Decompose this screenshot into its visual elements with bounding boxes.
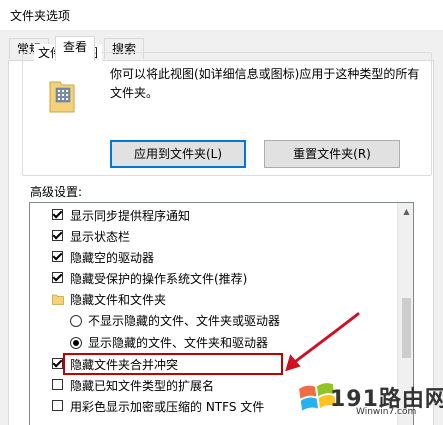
folder-view-icon xyxy=(49,81,75,113)
list-item-label: 显示隐藏的文件、文件夹和驱动器 xyxy=(88,336,269,350)
list-item[interactable]: 用彩色显示加密或压缩的 NTFS 文件 xyxy=(52,397,264,417)
checkbox[interactable] xyxy=(52,230,63,241)
list-item[interactable]: 隐藏受保护的操作系统文件(推荐) xyxy=(52,269,247,289)
checkbox[interactable] xyxy=(52,358,63,369)
list-item[interactable]: 显示状态栏 xyxy=(52,227,130,247)
watermark-url: Winwin7.com xyxy=(356,407,417,417)
list-item-label: 用彩色显示加密或压缩的 NTFS 文件 xyxy=(70,400,265,414)
list-item[interactable]: 隐藏空的驱动器 xyxy=(52,248,154,268)
checkbox[interactable] xyxy=(52,379,63,390)
reset-folders-button[interactable]: 重置文件夹(R) xyxy=(264,140,400,168)
list-item-label: 隐藏空的驱动器 xyxy=(70,251,155,265)
folder-views-description: 你可以将此视图(如详细信息或图标)应用于这种类型的所有文件夹。 xyxy=(110,67,420,100)
tab-view[interactable]: 查看 xyxy=(55,36,96,61)
title-bar: 文件夹选项 xyxy=(0,0,443,30)
apply-to-folders-button[interactable]: 应用到文件夹(L) xyxy=(110,140,246,168)
checkbox[interactable] xyxy=(52,272,63,283)
list-item-label: 隐藏受保护的操作系统文件(推荐) xyxy=(70,272,248,286)
checkbox[interactable] xyxy=(52,209,63,220)
list-item-label: 隐藏文件夹合并冲突 xyxy=(70,358,179,372)
window-title: 文件夹选项 xyxy=(10,9,71,23)
advanced-settings-label: 高级设置: xyxy=(30,185,83,199)
list-item[interactable]: 隐藏文件夹合并冲突 xyxy=(52,355,178,375)
checkbox[interactable] xyxy=(52,400,63,411)
list-item[interactable]: 显示隐藏的文件、文件夹和驱动器 xyxy=(70,333,268,353)
list-item-folder: 隐藏文件和文件夹 xyxy=(52,290,166,310)
folder-icon xyxy=(52,294,64,305)
list-item[interactable]: 隐藏已知文件类型的扩展名 xyxy=(52,376,214,396)
scroll-up-icon[interactable]: ▲ xyxy=(398,203,413,220)
annotation-arrow-icon xyxy=(285,312,360,372)
scroll-thumb[interactable] xyxy=(402,298,411,358)
list-item-label: 隐藏文件和文件夹 xyxy=(70,293,167,307)
list-item-label: 隐藏已知文件类型的扩展名 xyxy=(70,379,215,393)
list-item-label: 不显示隐藏的文件、文件夹或驱动器 xyxy=(88,314,281,328)
radio-button[interactable] xyxy=(70,315,82,327)
radio-button-selected[interactable] xyxy=(70,337,82,349)
list-item[interactable]: 显示同步提供程序通知 xyxy=(52,206,190,226)
checkbox[interactable] xyxy=(52,251,63,262)
list-item-label: 显示状态栏 xyxy=(70,230,131,244)
list-item[interactable]: 不显示隐藏的文件、文件夹或驱动器 xyxy=(70,311,280,331)
list-item-label: 显示同步提供程序通知 xyxy=(70,209,191,223)
